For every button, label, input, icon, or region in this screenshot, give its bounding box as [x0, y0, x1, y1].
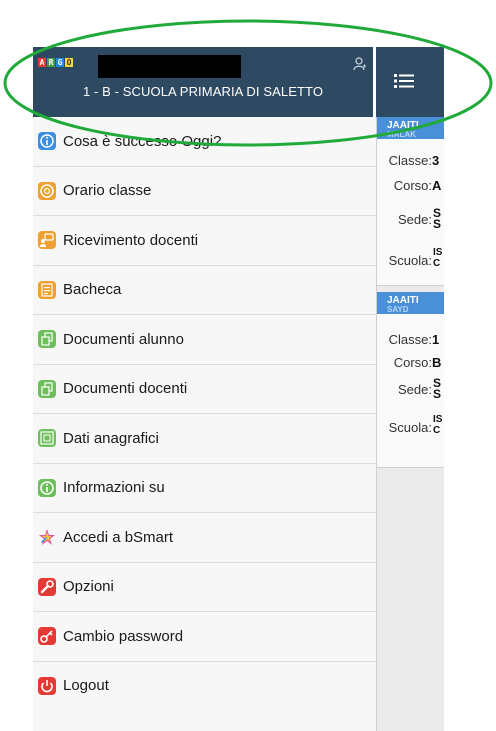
classe-row: Classe:1	[377, 332, 444, 347]
corso-value: B	[432, 355, 442, 370]
student-card[interactable]: JAAITI SAYD Classe:1 Corso:B Sede: S S S…	[377, 292, 444, 468]
classe-label: Classe:	[388, 332, 432, 347]
drawer-menu: Cosa è successo Oggi? Orario classe Rice…	[33, 117, 376, 711]
student-card[interactable]: JAAITI MALAK Classe:3 Corso:A Sede: S S …	[377, 117, 444, 286]
board-icon	[38, 280, 56, 299]
menu-item-orario-classe[interactable]: Orario classe	[33, 166, 376, 216]
chat-icon	[38, 231, 56, 250]
key-icon	[38, 627, 56, 646]
menu-item-label: Orario classe	[63, 182, 152, 200]
scuola-value: IS C	[433, 414, 443, 436]
logo-letter-r: R	[47, 58, 55, 67]
menu-item-label: Documenti docenti	[63, 380, 188, 398]
redacted-username	[98, 55, 241, 78]
class-title: 1 - B - SCUOLA PRIMARIA DI SALETTO	[82, 84, 324, 99]
scuola-label: Scuola:	[388, 253, 432, 268]
main-header	[376, 47, 444, 117]
documents-icon	[38, 379, 56, 398]
menu-item-label: Logout	[63, 677, 109, 695]
sede-row: Sede: S S	[377, 206, 444, 234]
classe-label: Classe:	[388, 153, 432, 168]
menu-item-label: Opzioni	[63, 578, 114, 596]
scuola-row: Scuola: IS C	[377, 247, 444, 273]
menu-item-documenti-docenti[interactable]: Documenti docenti	[33, 364, 376, 414]
scuola-row: Scuola: IS C	[377, 414, 444, 440]
classe-value: 1	[432, 332, 440, 347]
id-card-icon	[38, 429, 56, 448]
menu-item-opzioni[interactable]: Opzioni	[33, 562, 376, 612]
logo-letter-a: A	[38, 58, 46, 67]
menu-item-label: Documenti alunno	[63, 330, 184, 348]
menu-item-ricevimento-docenti[interactable]: Ricevimento docenti	[33, 216, 376, 266]
menu-item-cosa-e-successo[interactable]: Cosa è successo Oggi?	[33, 117, 376, 167]
wrench-icon	[38, 577, 56, 596]
menu-empty-area	[33, 706, 376, 731]
student-name-badge: JAAITI MALAK	[377, 117, 444, 139]
info-icon	[38, 478, 56, 497]
menu-icon[interactable]	[394, 72, 414, 90]
menu-item-logout[interactable]: Logout	[33, 661, 376, 711]
corso-label: Corso:	[393, 355, 432, 370]
menu-item-label: Dati anagrafici	[63, 429, 159, 447]
menu-item-informazioni-su[interactable]: Informazioni su	[33, 463, 376, 513]
scuola-label: Scuola:	[388, 420, 432, 435]
menu-item-label: Bacheca	[63, 281, 122, 299]
bsmart-icon	[39, 529, 55, 546]
user-switch-icon[interactable]	[353, 57, 367, 71]
logo-letter-g: G	[56, 58, 64, 67]
corso-row: Corso:A	[377, 178, 444, 193]
scuola-value: IS C	[433, 247, 443, 269]
student-name-badge: JAAITI SAYD	[377, 292, 444, 314]
corso-label: Corso:	[393, 178, 432, 193]
menu-item-dati-anagrafici[interactable]: Dati anagrafici	[33, 414, 376, 464]
documents-icon	[38, 330, 56, 349]
logo-letter-o: O	[65, 58, 73, 67]
power-icon	[38, 676, 56, 695]
student-cards-panel: JAAITI MALAK Classe:3 Corso:A Sede: S S …	[376, 117, 444, 731]
corso-row: Corso:B	[377, 355, 444, 370]
student-subname: MALAK	[387, 130, 416, 139]
menu-item-label: Informazioni su	[63, 479, 165, 497]
menu-item-label: Cambio password	[63, 627, 184, 645]
sede-value: S S	[433, 206, 442, 231]
sede-label: Sede:	[398, 382, 432, 397]
argo-logo: A R G O	[38, 58, 73, 67]
drawer-header: A R G O 1 - B - SCUOLA PRIMARIA DI SALET…	[33, 47, 373, 117]
menu-item-label: Ricevimento docenti	[63, 231, 199, 249]
menu-item-accedi-bsmart[interactable]: Accedi a bSmart	[33, 513, 376, 563]
sede-row: Sede: S S	[377, 376, 444, 404]
classe-value: 3	[432, 153, 440, 168]
menu-item-cambio-password[interactable]: Cambio password	[33, 612, 376, 662]
menu-item-bacheca[interactable]: Bacheca	[33, 265, 376, 315]
classe-row: Classe:3	[377, 153, 444, 168]
sede-value: S S	[433, 376, 442, 401]
student-subname: SAYD	[387, 305, 409, 314]
clock-icon	[38, 181, 56, 200]
menu-item-documenti-alunno[interactable]: Documenti alunno	[33, 315, 376, 365]
menu-item-label: Accedi a bSmart	[63, 528, 174, 546]
menu-item-label: Cosa è successo Oggi?	[63, 132, 222, 150]
info-icon	[38, 132, 56, 151]
sede-label: Sede:	[398, 212, 432, 227]
corso-value: A	[432, 178, 442, 193]
